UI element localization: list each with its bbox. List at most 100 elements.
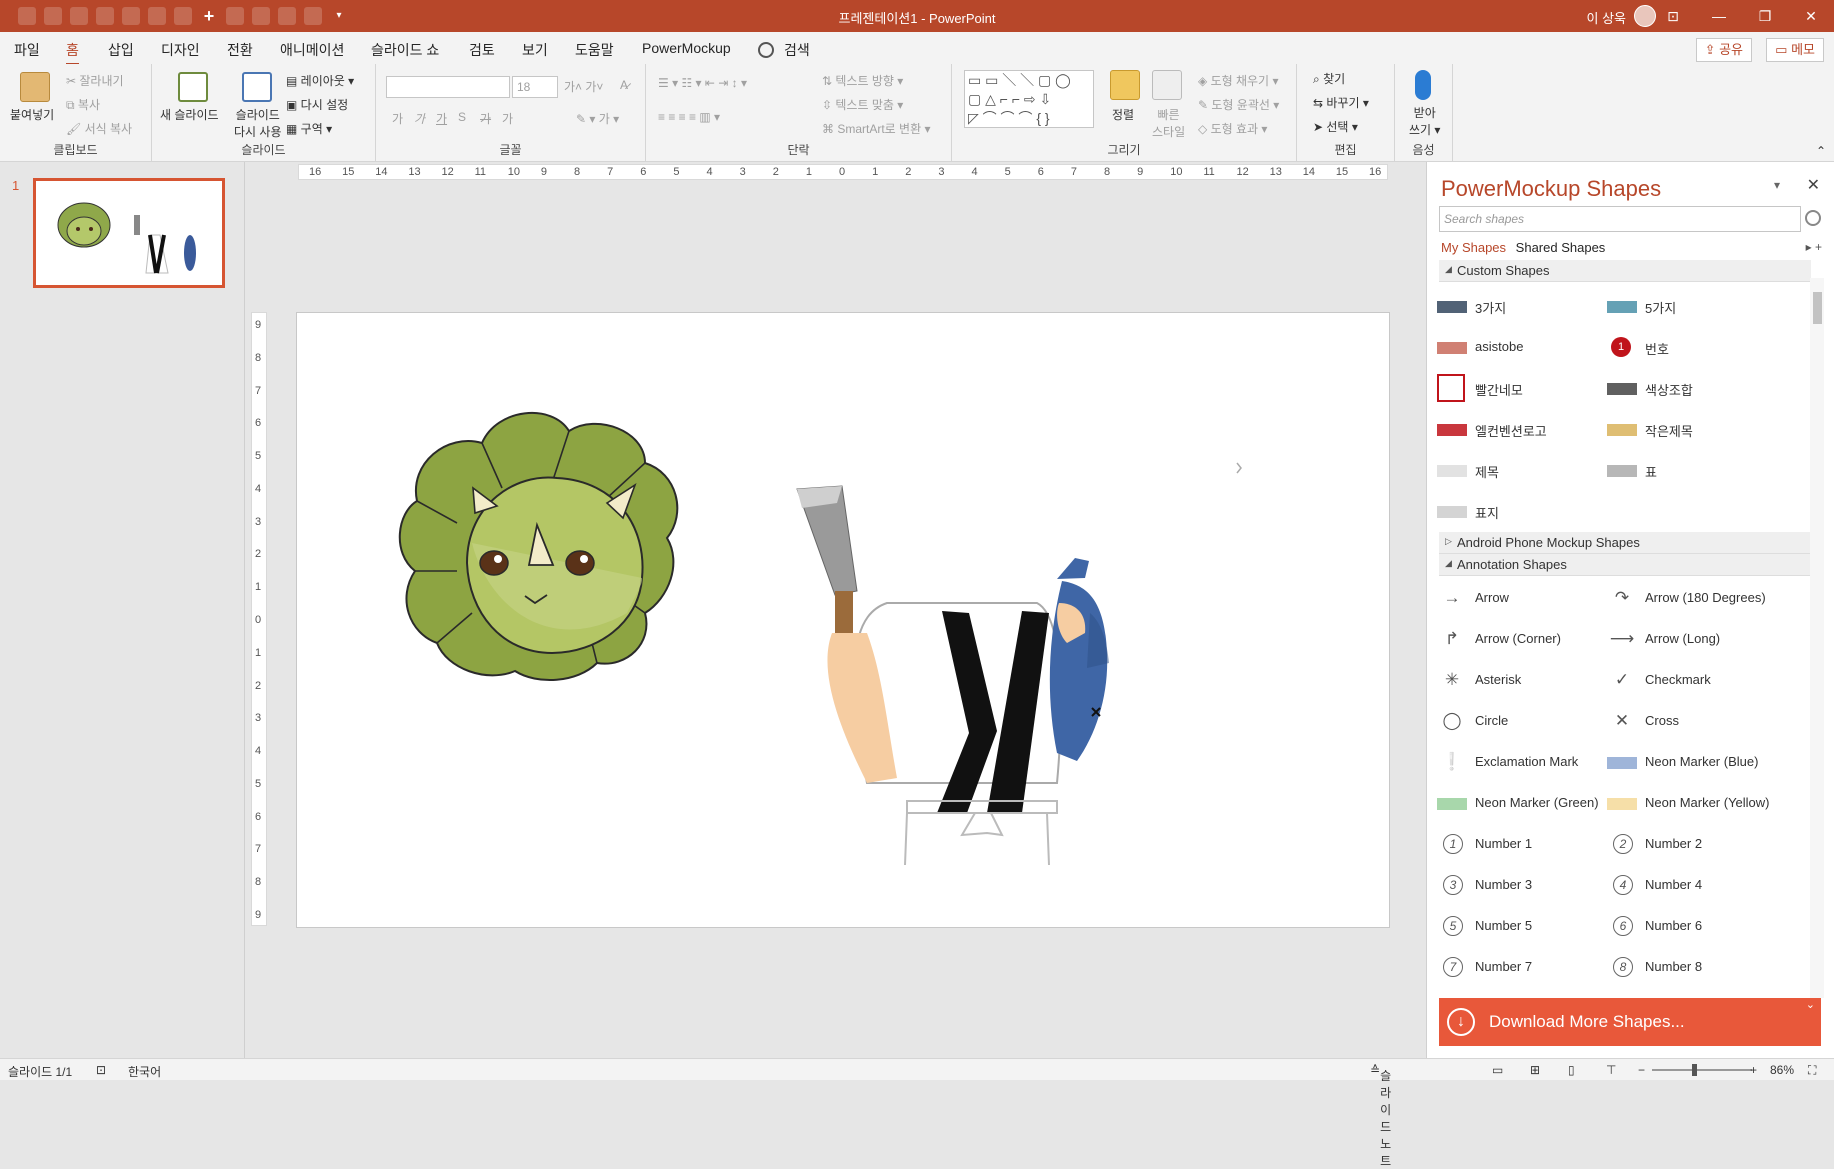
shape-item[interactable]: Arrow [1475, 590, 1509, 605]
search-icon[interactable] [758, 42, 774, 58]
normal-view-icon[interactable]: ▭ [1492, 1063, 1503, 1077]
bold-button[interactable]: 가 [392, 110, 403, 127]
slideshow-icon[interactable]: ⊤ [1606, 1063, 1616, 1077]
tab-review[interactable]: 검토 [469, 40, 495, 60]
slide-sorter-icon[interactable]: ⊞ [1530, 1063, 1540, 1077]
tab-insert[interactable]: 삽입 [108, 40, 134, 60]
section-android-phone[interactable]: ▷ Android Phone Mockup Shapes [1439, 532, 1811, 554]
shape-item[interactable]: 작은제목 [1645, 421, 1693, 440]
shape-item[interactable]: Arrow (Corner) [1475, 631, 1561, 646]
shadow-button[interactable]: S [458, 110, 466, 124]
section-custom-shapes[interactable]: ◢ Custom Shapes [1439, 260, 1811, 282]
arrange-button[interactable]: 정렬 [1112, 106, 1134, 123]
format-painter-button[interactable]: 🖌 서식 복사 [66, 120, 132, 137]
reuse-slides-button[interactable]: 슬라이드 다시 사용 [234, 106, 282, 140]
shape-item[interactable]: Number 2 [1645, 836, 1702, 851]
shape-item[interactable]: Number 1 [1475, 836, 1532, 851]
layout-button[interactable]: ▤ 레이아웃 ▾ [286, 72, 354, 89]
shape-item[interactable]: Cross [1645, 713, 1679, 728]
shape-effects-button[interactable]: ◇ 도형 효과 ▾ [1198, 120, 1267, 137]
minimize-button[interactable]: — [1696, 0, 1742, 32]
shape-item[interactable]: Circle [1475, 713, 1508, 728]
font-name-combo[interactable] [386, 76, 510, 98]
italic-button[interactable]: 가 [414, 110, 425, 127]
expand-icon[interactable]: ⌄ [1806, 998, 1815, 1011]
shape-item[interactable]: asistobe [1475, 339, 1523, 354]
dictate-button[interactable]: 받아 쓰기 ▾ [1409, 104, 1440, 138]
tab-design[interactable]: 디자인 [161, 40, 200, 60]
cut-button[interactable]: ✂ 잘라내기 [66, 72, 124, 89]
maximize-button[interactable]: ❐ [1742, 0, 1788, 32]
language[interactable]: 한국어 [128, 1063, 161, 1080]
tab-my-shapes[interactable]: My Shapes [1441, 240, 1506, 255]
shape-item[interactable]: 표 [1645, 462, 1657, 481]
shape-item[interactable]: 제목 [1475, 462, 1499, 481]
tab-animations[interactable]: 애니메이션 [280, 40, 344, 60]
user-name[interactable]: 이 상욱 [1587, 8, 1627, 27]
zoom-slider-thumb[interactable] [1692, 1064, 1697, 1076]
close-button[interactable]: ✕ [1788, 0, 1834, 32]
shape-item[interactable]: Number 3 [1475, 877, 1532, 892]
selection-handle[interactable] [1236, 462, 1242, 474]
shape-item[interactable]: 색상조합 [1645, 380, 1693, 399]
zoom-slider[interactable] [1652, 1069, 1752, 1071]
align-icons[interactable]: ≡ ≡ ≡ ≡ ▥ ▾ [658, 110, 720, 124]
slide-thumbnail[interactable] [33, 178, 225, 288]
share-button[interactable]: ⇪ 공유 [1695, 38, 1752, 62]
zoom-level[interactable]: 86% [1770, 1063, 1794, 1077]
shape-item[interactable]: 표지 [1475, 503, 1499, 522]
shape-item[interactable]: 엘컨벤션로고 [1475, 421, 1547, 440]
tab-powermockup[interactable]: PowerMockup [642, 40, 731, 56]
tell-me-search[interactable]: 검색 [784, 40, 810, 60]
shape-item[interactable]: Checkmark [1645, 672, 1711, 687]
reset-button[interactable]: ▣ 다시 설정 [286, 96, 348, 113]
char-spacing-button[interactable]: 가 [502, 110, 513, 127]
underline-button[interactable]: 가 [436, 110, 447, 127]
new-slide-button[interactable]: 새 슬라이드 [160, 106, 219, 123]
accessibility-icon[interactable]: ⊡ [96, 1063, 106, 1077]
chef-illustration[interactable] [796, 485, 1109, 866]
font-grow-shrink[interactable]: 가˄ 가˅ [564, 78, 603, 95]
pane-add-icon[interactable]: ▸ + [1806, 240, 1822, 254]
shapes-gallery[interactable]: ▭ ▭ ＼ ＼ ▢ ◯ ▢ △ ⌐ ⌐ ⇨ ⇩ ◸ ⌒ ⌒ ⌒ { } [964, 70, 1094, 128]
search-input[interactable]: Search shapes [1439, 206, 1801, 232]
shape-item[interactable]: Neon Marker (Yellow) [1645, 795, 1770, 810]
clear-format-icon[interactable]: A̷ [620, 78, 628, 92]
shape-item[interactable]: Exclamation Mark [1475, 754, 1578, 769]
reading-view-icon[interactable]: ▯ [1568, 1063, 1575, 1077]
strikethrough-button[interactable]: 가 [480, 110, 491, 127]
pane-options-icon[interactable]: ▾ [1774, 178, 1780, 192]
shape-item[interactable]: Asterisk [1475, 672, 1521, 687]
copy-button[interactable]: ⧉ 복사 [66, 96, 100, 113]
section-annotation-shapes[interactable]: ◢ Annotation Shapes [1439, 554, 1811, 576]
find-button[interactable]: ⌕ 찾기 [1313, 70, 1345, 87]
paste-button[interactable]: 붙여넣기 [10, 106, 54, 123]
text-direction-button[interactable]: ⇅ 텍스트 방향 ▾ [822, 72, 903, 89]
shape-item[interactable]: Number 7 [1475, 959, 1532, 974]
fit-to-window-icon[interactable]: ⛶ [1808, 1063, 1816, 1078]
tab-slideshow[interactable]: 슬라이드 쇼 [371, 40, 439, 60]
align-text-button[interactable]: ⇳ 텍스트 맞춤 ▾ [822, 96, 903, 113]
shape-item[interactable]: Number 8 [1645, 959, 1702, 974]
tab-shared-shapes[interactable]: Shared Shapes [1516, 240, 1606, 255]
notes-button[interactable]: ≙ 슬라이드 노트 [1370, 1063, 1391, 1168]
tab-file[interactable]: 파일 [14, 40, 40, 60]
shape-item[interactable]: Neon Marker (Blue) [1645, 754, 1758, 769]
shape-item[interactable]: Number 5 [1475, 918, 1532, 933]
section-button[interactable]: ▦ 구역 ▾ [286, 120, 332, 137]
collapse-ribbon-icon[interactable]: ⌃ [1816, 144, 1826, 158]
tab-home[interactable]: 홈 [66, 40, 79, 66]
shape-item[interactable]: Neon Marker (Green) [1475, 795, 1599, 810]
shape-item[interactable]: 번호 [1645, 339, 1669, 358]
select-button[interactable]: ➤ 선택 ▾ [1313, 118, 1358, 135]
quick-styles-button[interactable]: 빠른 스타일 [1152, 106, 1185, 140]
bullets-icon[interactable]: ☰ ▾ ☷ ▾ ⇤ ⇥ ↕ ▾ [658, 76, 747, 90]
shape-fill-button[interactable]: ◈ 도형 채우기 ▾ [1198, 72, 1278, 89]
dinosaur-illustration[interactable] [398, 411, 679, 681]
slide-canvas[interactable] [296, 312, 1390, 928]
replace-button[interactable]: ⇆ 바꾸기 ▾ [1313, 94, 1369, 111]
shape-item[interactable]: 빨간네모 [1475, 380, 1523, 399]
shape-item[interactable]: Number 4 [1645, 877, 1702, 892]
zoom-out-button[interactable]: − [1638, 1063, 1645, 1077]
comments-button[interactable]: ▭ 메모 [1766, 38, 1824, 62]
